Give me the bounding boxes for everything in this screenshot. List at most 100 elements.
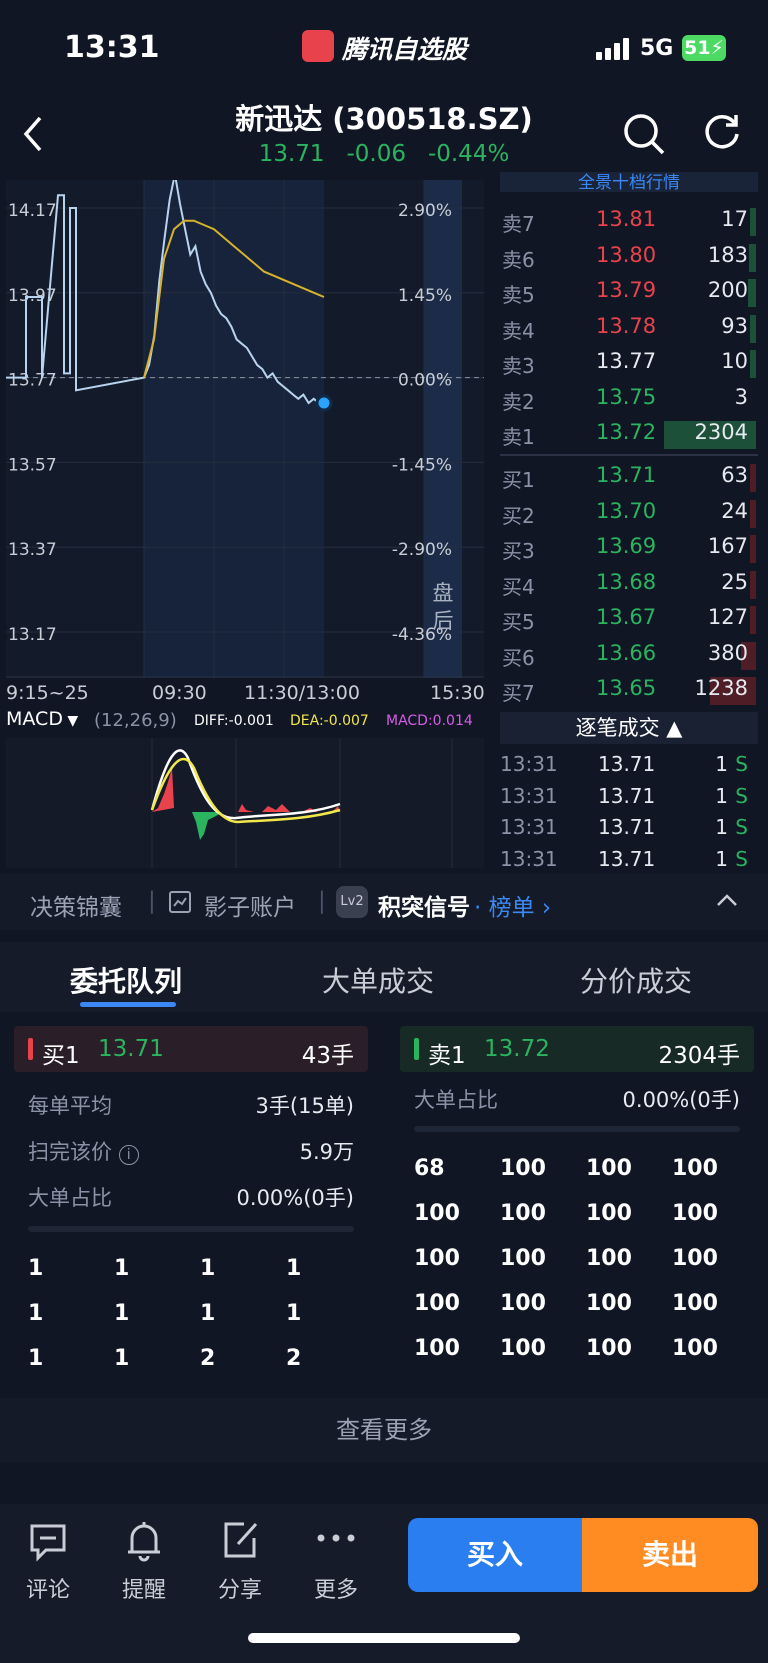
ask-price: 13.78: [596, 313, 657, 338]
ask-volume: 93: [721, 313, 748, 338]
decision-kit-link[interactable]: 决策锦囊: [30, 888, 122, 922]
tab-big-deals[interactable]: 大单成交: [322, 960, 434, 1000]
queue-order-volume: 100: [586, 1246, 632, 1271]
bid-price: 13.66: [596, 640, 657, 665]
queue-order-volume: 1: [200, 1256, 216, 1281]
bid-row[interactable]: 买5 13.67 127: [500, 602, 758, 637]
ask-row[interactable]: 卖7 13.81 17: [500, 204, 758, 239]
queue-order-volume: 1: [28, 1346, 44, 1371]
queue-order-volume: 2: [286, 1346, 302, 1371]
bid-row[interactable]: 买1 13.71 63: [500, 460, 758, 495]
queue-order-volume: 1: [114, 1346, 130, 1371]
queue-order-volume: 100: [500, 1291, 546, 1316]
macd-header: MACD ▼ (12,26,9) DIFF:-0.001 DEA:-0.007 …: [0, 706, 490, 736]
macd-diff: DIFF:-0.001: [194, 713, 274, 729]
ask-price: 13.77: [596, 349, 657, 373]
bid-level-label: 买3: [502, 539, 535, 563]
buy-stat-row: 每单平均 3手(15单): [28, 1094, 354, 1118]
bid-volume: 25: [721, 569, 748, 594]
macd-params: (12,26,9): [94, 710, 177, 731]
tool-strip: 决策锦囊 | 影子账户 | Lv2 积突信号 · 榜单 ›: [0, 874, 768, 930]
queue-order-volume: 100: [500, 1246, 546, 1271]
network-type: 5G: [640, 36, 674, 61]
queue-order-volume: 2: [200, 1346, 216, 1371]
queue-order-volume: 100: [586, 1336, 632, 1356]
collapse-icon[interactable]: [716, 892, 738, 908]
ask-volume-bar: [749, 243, 756, 272]
ask-volume: 10: [721, 349, 748, 373]
sell-queue-header: 卖1 13.72 2304手: [400, 1026, 754, 1072]
queue-order-volume: 100: [500, 1156, 546, 1181]
bid-volume-bar: [750, 499, 756, 528]
tab-order-queue[interactable]: 委托队列: [70, 960, 182, 1000]
ask-volume: 2304: [694, 420, 748, 444]
sell-queue-grid: 68 100 100 100 100 100 100 100 100 100 100 100 100 10…: [414, 1156, 754, 1356]
search-icon[interactable]: [622, 112, 666, 156]
ask-row[interactable]: 卖1 13.72 2304: [500, 417, 758, 452]
queue-order-volume: 100: [500, 1201, 546, 1226]
last-price: 13.71: [258, 141, 325, 167]
queue-order-volume: 100: [672, 1291, 718, 1316]
y-price-tick: 13.57: [8, 455, 57, 475]
ask-row[interactable]: 卖2 13.75 3: [500, 382, 758, 417]
queue-order-volume: 100: [414, 1246, 460, 1271]
ask-volume-bar: [748, 279, 756, 307]
macd-value: MACD:0.014: [386, 713, 473, 729]
more-button[interactable]: 更多: [296, 1518, 376, 1604]
bid-row[interactable]: 买6 13.66 380: [500, 638, 758, 673]
sell-button[interactable]: 卖出: [582, 1518, 758, 1592]
signal-link[interactable]: 积突信号: [378, 888, 470, 922]
queue-order-volume: 68: [414, 1156, 445, 1181]
view-more-button[interactable]: 查看更多: [0, 1398, 768, 1462]
remind-button[interactable]: 提醒: [104, 1518, 184, 1604]
home-indicator: [248, 1633, 520, 1643]
tick-row: 13:31 13.71 1 S: [500, 846, 748, 871]
bid-row[interactable]: 买3 13.69 167: [500, 531, 758, 566]
queue-order-volume: 1: [114, 1301, 130, 1326]
info-icon[interactable]: i: [118, 1145, 139, 1165]
x-tick: 9:15~25: [6, 682, 89, 704]
ask-price: 13.80: [596, 242, 657, 267]
intraday-chart[interactable]: 14.1713.9713.7713.5713.3713.172.90%1.45%…: [6, 180, 484, 678]
queue-order-volume: 100: [586, 1291, 632, 1316]
ask-level-label: 卖7: [502, 212, 535, 236]
status-app-name: 腾讯自选股: [342, 35, 468, 64]
status-bar: 13:31 腾讯自选股 5G 51⚡: [0, 0, 768, 96]
comment-button[interactable]: 评论: [8, 1518, 88, 1604]
bid-level-label: 买5: [502, 610, 535, 634]
bid-row[interactable]: 买4 13.68 25: [500, 567, 758, 602]
ranking-link[interactable]: · 榜单 ›: [474, 888, 551, 922]
last-price-dot: [315, 394, 333, 412]
bid-volume-bar: [750, 570, 756, 599]
ask-row[interactable]: 卖5 13.79 200: [500, 275, 758, 310]
price-change-pct: -0.44%: [427, 141, 510, 167]
shadow-account-link[interactable]: 影子账户: [204, 888, 296, 922]
buy-button[interactable]: 买入: [408, 1518, 582, 1592]
x-tick: 11:30/13:00: [244, 682, 360, 704]
battery-icon: 51⚡: [682, 35, 726, 61]
bid-level-label: 买7: [502, 681, 535, 705]
ask-level-label: 卖6: [502, 247, 535, 272]
ticks-header[interactable]: 逐笔成交 ▲: [500, 712, 758, 744]
ask-row[interactable]: 卖4 13.78 93: [500, 311, 758, 346]
macd-selector[interactable]: MACD ▼: [6, 708, 86, 734]
x-tick: 15:30: [430, 682, 485, 704]
ask-row[interactable]: 卖3 13.77 10: [500, 346, 758, 381]
bid-volume: 63: [721, 463, 748, 487]
ask-volume-bar: [750, 350, 756, 378]
bid-row[interactable]: 买2 13.70 24: [500, 496, 758, 531]
tab-price-distribution[interactable]: 分价成交: [580, 960, 692, 1000]
ask-volume: 183: [707, 242, 748, 267]
bid-volume: 127: [707, 605, 748, 629]
ask-row[interactable]: 卖6 13.80 183: [500, 240, 758, 275]
ask-volume-bar: [750, 314, 756, 343]
price-change: -0.06: [346, 141, 406, 167]
bid-volume-bar: [750, 535, 756, 563]
share-button[interactable]: 分享: [200, 1518, 280, 1604]
panorama-quote-link[interactable]: 全景十档行情: [500, 172, 758, 192]
queue-order-volume: 100: [672, 1201, 718, 1226]
ask-level-label: 卖4: [502, 318, 535, 343]
bid-price: 13.69: [596, 534, 657, 558]
bid-row[interactable]: 买7 13.65 1238: [500, 673, 758, 708]
refresh-icon[interactable]: [702, 112, 742, 152]
